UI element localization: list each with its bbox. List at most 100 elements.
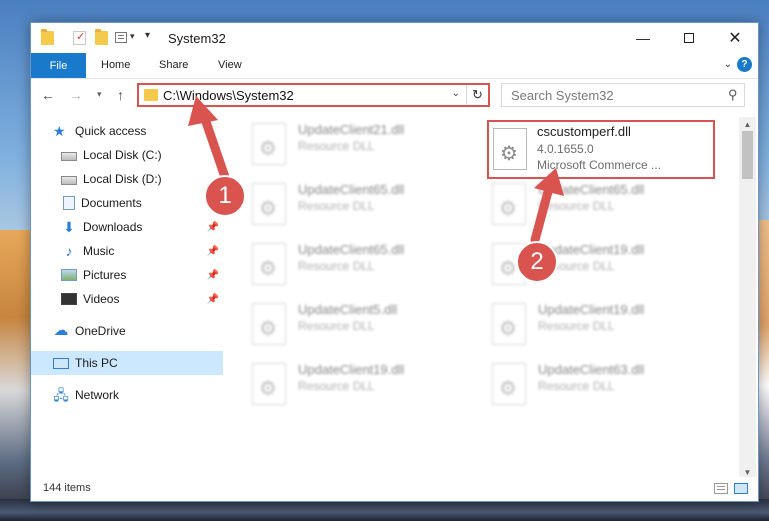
view-dropdown-icon[interactable]: ▾ — [130, 31, 135, 42]
file-tile[interactable]: UpdateClient5.dll Resource DLL — [242, 299, 472, 353]
new-folder-icon[interactable] — [95, 29, 108, 45]
minimize-button[interactable]: — — [620, 23, 666, 53]
file-name: UpdateClient21.dll — [298, 122, 405, 137]
dll-file-icon — [493, 128, 527, 170]
file-tile[interactable]: UpdateClient19.dll Resource DLL — [482, 299, 712, 353]
highlighted-file-tile[interactable]: cscustomperf.dll 4.0.1655.0 Microsoft Co… — [487, 120, 715, 179]
sidebar-item-label: OneDrive — [75, 324, 126, 338]
forward-button[interactable]: → — [69, 87, 83, 103]
sidebar-item-network[interactable]: 🖧 Network — [31, 383, 223, 407]
onedrive-icon: ☁ — [53, 322, 69, 339]
sidebar-item-label: Music — [83, 244, 115, 258]
sidebar-item-label: Documents — [81, 196, 142, 210]
address-path[interactable]: C:\Windows\System32 — [163, 88, 294, 103]
videos-icon — [61, 293, 77, 305]
file-type: Resource DLL — [538, 319, 615, 333]
pin-icon[interactable]: 📌 — [207, 294, 219, 305]
tiles-view-icon[interactable] — [734, 483, 748, 494]
file-name: UpdateClient19.dll — [298, 362, 405, 377]
sidebar-item-label: This PC — [75, 356, 118, 370]
expand-ribbon-chevron-icon[interactable]: ⌄ — [724, 59, 732, 70]
tab-home[interactable]: Home — [101, 59, 130, 71]
sidebar-item-label: Pictures — [83, 268, 127, 282]
back-button[interactable]: ← — [41, 87, 55, 103]
file-explorer-window: ▾ ▾ System32 — ✕ File Home Share View ⌄ … — [30, 22, 759, 502]
file-version: 4.0.1655.0 — [537, 142, 594, 156]
sidebar-item-downloads[interactable]: ⬇ Downloads 📌 — [31, 215, 223, 239]
customize-quick-access-icon[interactable]: ▾ — [145, 30, 150, 41]
window-title: System32 — [168, 31, 226, 46]
address-dropdown-icon[interactable]: ⌄ — [452, 88, 460, 99]
sidebar-item-label: Downloads — [83, 220, 143, 234]
dll-file-icon — [252, 183, 286, 225]
refresh-button[interactable]: ↻ — [466, 85, 488, 105]
sidebar-item-pictures[interactable]: Pictures 📌 — [31, 263, 223, 287]
pin-icon[interactable]: 📌 — [207, 270, 219, 281]
pin-icon[interactable]: 📌 — [207, 222, 219, 233]
file-name: UpdateClient5.dll — [298, 302, 398, 317]
sidebar-item-label: Quick access — [75, 124, 147, 138]
scroll-up-icon[interactable]: ▲ — [739, 117, 756, 131]
sidebar-item-this-pc[interactable]: This PC — [31, 351, 223, 375]
file-type: Resource DLL — [538, 379, 615, 393]
file-name: cscustomperf.dll — [537, 124, 631, 139]
sidebar-item-label: Local Disk (C:) — [83, 148, 162, 162]
navigation-bar: ← → ▾ ↑ C:\Windows\System32 ⌄ ↻ Search S… — [31, 79, 758, 111]
sidebar-item-local-disk-c[interactable]: Local Disk (C:) — [31, 143, 223, 167]
close-button[interactable]: ✕ — [712, 23, 758, 53]
sidebar-item-label: Network — [75, 388, 120, 402]
refresh-icon: ↻ — [472, 87, 483, 102]
search-input[interactable]: Search System32 ⚲ — [501, 83, 745, 107]
dll-file-icon — [252, 363, 286, 405]
search-placeholder: Search System32 — [511, 88, 614, 103]
sidebar-item-label: Videos — [83, 292, 120, 306]
file-company: Microsoft Commerce ... — [537, 158, 662, 172]
item-count: 144 items — [43, 482, 91, 494]
recent-locations-icon[interactable]: ▾ — [97, 89, 102, 100]
scroll-thumb[interactable] — [742, 131, 753, 179]
file-tile[interactable]: UpdateClient65.dll Resource DLL — [482, 179, 712, 233]
file-name: UpdateClient65.dll — [538, 182, 645, 197]
status-bar: 144 items — [31, 477, 758, 501]
title-bar: ▾ ▾ System32 — ✕ — [31, 23, 758, 53]
file-tile[interactable]: UpdateClient19.dll Resource DLL — [242, 359, 472, 413]
sidebar-item-music[interactable]: ♪ Music 📌 — [31, 239, 223, 263]
tab-share[interactable]: Share — [159, 59, 188, 71]
close-icon: ✕ — [728, 30, 742, 47]
file-type: Resource DLL — [298, 139, 375, 153]
tab-file[interactable]: File — [31, 53, 86, 78]
file-type: Resource DLL — [298, 319, 375, 333]
file-tile[interactable]: UpdateClient65.dll Resource DLL — [242, 239, 472, 293]
star-icon: ★ — [53, 123, 66, 139]
sidebar-item-documents[interactable]: Documents — [31, 191, 223, 215]
sidebar-item-quick-access[interactable]: ★ Quick access — [31, 119, 223, 143]
desktop-background-bottom — [0, 499, 769, 521]
file-tile[interactable]: UpdateClient21.dll Resource DLL — [242, 119, 472, 173]
properties-icon[interactable] — [73, 30, 86, 45]
download-icon: ⬇ — [63, 219, 75, 235]
sidebar-item-local-disk-d[interactable]: Local Disk (D:) — [31, 167, 223, 191]
tab-view[interactable]: View — [218, 59, 242, 71]
minimize-icon: — — [636, 30, 650, 46]
vertical-scrollbar[interactable]: ▲ ▼ — [739, 117, 756, 479]
address-bar[interactable]: C:\Windows\System32 ⌄ ↻ — [137, 83, 490, 107]
details-view-icon[interactable] — [714, 483, 728, 494]
folder-icon — [144, 89, 158, 101]
music-icon: ♪ — [65, 243, 73, 259]
maximize-button[interactable] — [666, 23, 712, 53]
sidebar-item-onedrive[interactable]: ☁ OneDrive — [31, 319, 223, 343]
search-icon[interactable]: ⚲ — [728, 87, 738, 103]
up-button[interactable]: ↑ — [117, 87, 124, 103]
help-icon[interactable]: ? — [737, 57, 752, 72]
file-type: Resource DLL — [298, 199, 375, 213]
file-type: Resource DLL — [298, 379, 375, 393]
pictures-icon — [61, 269, 77, 281]
file-tile[interactable]: UpdateClient63.dll Resource DLL — [482, 359, 712, 413]
sidebar-item-videos[interactable]: Videos 📌 — [31, 287, 223, 311]
file-tile[interactable]: UpdateClient65.dll Resource DLL — [242, 179, 472, 233]
drive-icon — [61, 176, 77, 185]
step-2-badge: 2 — [516, 241, 558, 283]
file-type: Resource DLL — [298, 259, 375, 273]
pin-icon[interactable]: 📌 — [207, 246, 219, 257]
view-icon[interactable] — [115, 32, 127, 43]
